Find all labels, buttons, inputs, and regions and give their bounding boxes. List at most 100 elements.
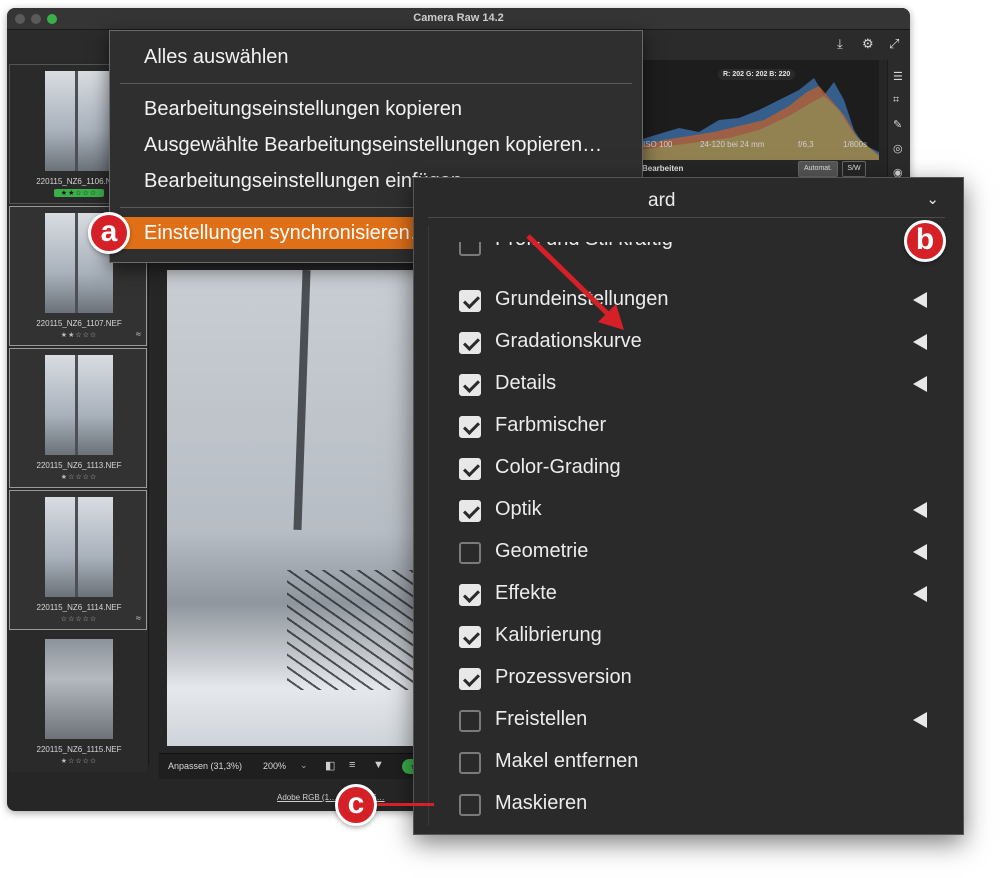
expand-triangle-icon[interactable] (913, 334, 927, 350)
expand-triangle-icon[interactable] (913, 586, 927, 602)
sync-option-label: Effekte (495, 582, 557, 604)
thumbnail-image (45, 71, 113, 171)
annotation-arrow (526, 234, 624, 330)
window-title: Camera Raw 14.2 (413, 12, 504, 24)
screenshot-stage: Camera Raw 14.2 ⤓ ⚙ ⤢ 220115_NZ6_1106.NE… (0, 0, 1000, 878)
compare-view-icon[interactable]: ◧ (325, 759, 335, 772)
sync-option-optics[interactable]: Optik (459, 496, 939, 528)
checkbox[interactable] (459, 542, 481, 564)
checkbox[interactable] (459, 500, 481, 522)
sync-option-effects[interactable]: Effekte (459, 580, 939, 612)
expand-triangle-icon[interactable] (913, 712, 927, 728)
callout-badge-a: a (88, 212, 130, 254)
aperture-value: f/6,3 (798, 140, 814, 149)
edit-sliders-icon[interactable]: ☰ (893, 70, 903, 83)
zoom-level[interactable]: 200% (263, 761, 286, 771)
sync-option-label: Geometrie (495, 540, 589, 562)
checkbox[interactable] (459, 242, 481, 256)
sync-option-label: Prozessversion (495, 666, 632, 688)
callout-badge-c: c (335, 784, 377, 826)
sync-option-masking[interactable]: Maskieren (459, 790, 939, 822)
expand-triangle-icon[interactable] (913, 292, 927, 308)
sync-options-list: Profil und Stil kräftig Grundeinstellung… (428, 226, 934, 826)
expand-triangle-icon[interactable] (913, 502, 927, 518)
fullscreen-icon[interactable]: ⤢ (889, 36, 899, 52)
thumb-filename: 220115_NZ6_1107.NEF (36, 319, 122, 328)
photo-preview[interactable] (167, 270, 427, 746)
sync-option-label: Makel entfernen (495, 750, 639, 772)
thumbnail-image (45, 355, 113, 455)
checkbox[interactable] (459, 374, 481, 396)
checkbox[interactable] (459, 752, 481, 774)
sync-option-label: Kalibrierung (495, 624, 602, 646)
profile-row: Bearbeiten Automat. S/W (632, 160, 872, 178)
callout-badge-b: b (904, 220, 946, 262)
checkbox[interactable] (459, 668, 481, 690)
sort-icon[interactable]: ≡ (349, 759, 355, 771)
fit-zoom-label[interactable]: Anpassen (31,3%) (168, 761, 242, 771)
chevron-down-icon: ⌄ (926, 191, 939, 208)
thumb-filename: 220115_NZ6_1114.NEF (36, 603, 122, 612)
sync-option-geometry[interactable]: Geometrie (459, 538, 939, 570)
checkbox[interactable] (459, 458, 481, 480)
sync-option-label: Maskieren (495, 792, 588, 814)
gear-icon[interactable]: ⚙ (862, 36, 874, 52)
sync-preset-value: ard (648, 190, 676, 211)
checkbox[interactable] (459, 332, 481, 354)
filter-icon[interactable]: ▼ (373, 759, 384, 771)
sync-option-details[interactable]: Details (459, 370, 939, 402)
sync-option-label: Details (495, 372, 557, 394)
title-bar: Camera Raw 14.2 (7, 8, 910, 30)
iso-value: ISO 100 (643, 140, 673, 149)
tool-column: ☰ ⌗ ✎ ◎ ◉ (887, 60, 910, 190)
thumb-rating[interactable]: ★★☆☆☆ (54, 189, 104, 197)
menu-item-copy-selected-settings[interactable]: Ausgewählte Bearbeitungseinstellungen ko… (110, 129, 642, 161)
zoom-chevron-icon[interactable]: ⌄ (300, 760, 308, 771)
checkbox[interactable] (459, 290, 481, 312)
checkbox[interactable] (459, 416, 481, 438)
sync-icon: ≈ (136, 329, 141, 339)
filmstrip-thumb[interactable]: 220115_NZ6_1113.NEF ★☆☆☆☆ (9, 348, 147, 488)
sync-option-calibration[interactable]: Kalibrierung (459, 622, 939, 654)
save-icon[interactable]: ⤓ (837, 36, 843, 52)
menu-item-copy-settings[interactable]: Bearbeitungseinstellungen kopieren (110, 93, 642, 125)
thumb-filename: 220115_NZ6_1115.NEF (36, 745, 122, 754)
sync-option-label: Farbmischer (495, 414, 607, 436)
thumb-rating[interactable]: ★★☆☆☆ (10, 331, 148, 339)
sync-option-label: Freistellen (495, 708, 588, 730)
thumb-filename: 220115_NZ6_1113.NEF (36, 461, 122, 470)
sync-option-color-mixer[interactable]: Farbmischer (459, 412, 939, 444)
lens-value: 24-120 bei 24 mm (700, 140, 765, 149)
sync-option-label: Optik (495, 498, 542, 520)
thumb-rating[interactable]: ★☆☆☆☆ (10, 473, 148, 481)
masking-icon[interactable]: ◎ (893, 142, 903, 155)
menu-item-select-all[interactable]: Alles auswählen (110, 41, 642, 73)
thumbnail-image (45, 497, 113, 597)
healing-brush-icon[interactable]: ✎ (893, 118, 902, 131)
thumb-rating[interactable]: ★☆☆☆☆ (10, 757, 148, 765)
callout-line-c (372, 803, 434, 806)
crop-icon[interactable]: ⌗ (893, 94, 899, 107)
shutter-value: 1/800s (843, 140, 868, 149)
thumbnail-image (45, 639, 113, 739)
sync-option-crop[interactable]: Freistellen (459, 706, 939, 738)
sync-option-process-version[interactable]: Prozessversion (459, 664, 939, 696)
checkbox[interactable] (459, 710, 481, 732)
auto-button[interactable]: Automat. (798, 161, 838, 177)
sync-option-spot-removal[interactable]: Makel entfernen (459, 748, 939, 780)
expand-triangle-icon[interactable] (913, 544, 927, 560)
sync-option-color-grading[interactable]: Color-Grading (459, 454, 939, 486)
checkbox[interactable] (459, 584, 481, 606)
menu-separator (120, 83, 632, 84)
sync-preset-dropdown[interactable]: ard ⌄ (428, 186, 945, 218)
checkbox[interactable] (459, 794, 481, 816)
preview-bottom-bar: Anpassen (31,3%) 200% ⌄ ◧ ≡ ▼ ★ (159, 753, 429, 779)
thumb-rating[interactable]: ☆☆☆☆☆ (10, 615, 148, 623)
checkbox[interactable] (459, 626, 481, 648)
filmstrip-thumb[interactable]: 220115_NZ6_1115.NEF ★☆☆☆☆ (9, 632, 147, 772)
sync-option-label: Color-Grading (495, 456, 621, 478)
sync-settings-panel: ard ⌄ Profil und Stil kräftig Grundeinst… (413, 177, 964, 835)
black-white-button[interactable]: S/W (842, 161, 866, 177)
expand-triangle-icon[interactable] (913, 376, 927, 392)
filmstrip-thumb[interactable]: 220115_NZ6_1114.NEF ☆☆☆☆☆ ≈ (9, 490, 147, 630)
